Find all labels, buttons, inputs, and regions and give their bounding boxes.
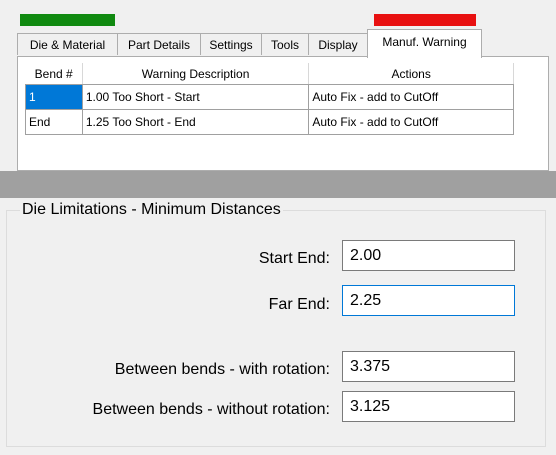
tab-tools[interactable]: Tools	[261, 33, 309, 55]
tab-settings[interactable]: Settings	[200, 33, 262, 55]
cell-action[interactable]: Auto Fix - add to CutOff	[308, 109, 514, 135]
far-end-input[interactable]	[342, 285, 515, 316]
cell-description[interactable]: 1.25 Too Short - End	[81, 109, 310, 135]
start-end-label: Start End:	[258, 250, 330, 267]
start-end-input[interactable]	[342, 240, 515, 271]
table-row[interactable]: 1 1.00 Too Short - Start Auto Fix - add …	[25, 84, 514, 110]
die-limitations-title: Die Limitations - Minimum Distances	[20, 201, 283, 219]
cell-bend[interactable]: 1	[25, 84, 83, 110]
without-rotation-label: Between bends - without rotation:	[92, 401, 330, 418]
cell-action[interactable]: Auto Fix - add to CutOff	[308, 84, 514, 110]
tab-panel-manuf-warning: Bend # Warning Description Actions 1 1.0…	[17, 56, 549, 171]
tab-die-material[interactable]: Die & Material	[17, 33, 118, 55]
die-limitations-panel: Die Limitations - Minimum Distances Star…	[0, 198, 556, 455]
cell-bend[interactable]: End	[25, 109, 83, 135]
splitter-bar[interactable]	[0, 171, 556, 198]
tab-part-details[interactable]: Part Details	[117, 33, 201, 55]
with-rotation-label: Between bends - with rotation:	[114, 361, 330, 378]
column-header-bend[interactable]: Bend #	[25, 63, 83, 85]
without-rotation-input[interactable]	[342, 391, 515, 422]
with-rotation-input[interactable]	[342, 351, 515, 382]
column-header-actions[interactable]: Actions	[308, 63, 514, 85]
far-end-label: Far End:	[268, 296, 330, 313]
column-header-description[interactable]: Warning Description	[82, 63, 310, 85]
status-indicator-red	[374, 14, 476, 26]
tab-display[interactable]: Display	[308, 33, 368, 55]
top-panel: Die & Material Part Details Settings Too…	[0, 0, 556, 171]
grid-header-row: Bend # Warning Description Actions	[25, 63, 514, 85]
status-indicator-green	[20, 14, 115, 26]
table-row[interactable]: End 1.25 Too Short - End Auto Fix - add …	[25, 109, 514, 135]
tab-strip: Die & Material Part Details Settings Too…	[17, 29, 549, 58]
tab-manuf-warning[interactable]: Manuf. Warning	[367, 29, 482, 58]
cell-description[interactable]: 1.00 Too Short - Start	[81, 84, 310, 110]
warnings-grid[interactable]: Bend # Warning Description Actions 1 1.0…	[25, 63, 514, 135]
